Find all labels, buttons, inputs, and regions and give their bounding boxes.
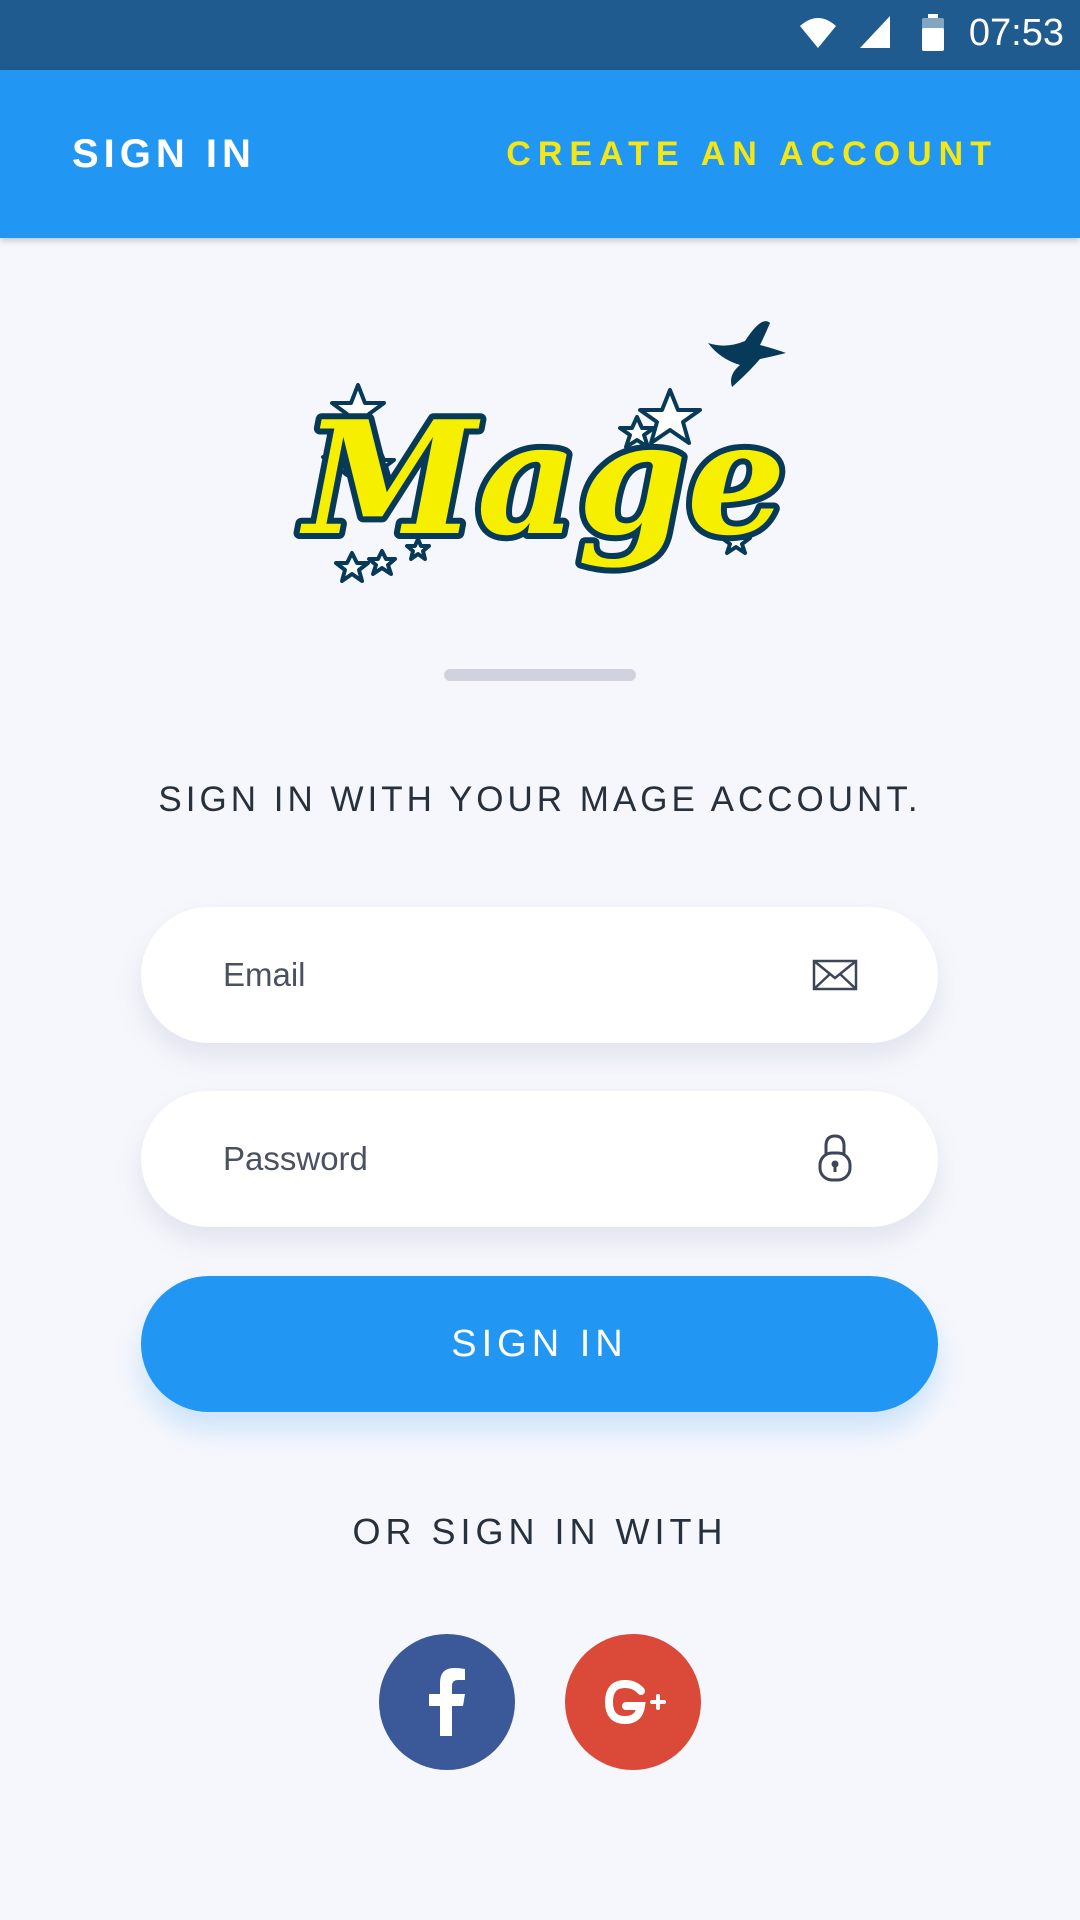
password-field[interactable] [141, 1091, 938, 1227]
padlock-icon [818, 1134, 852, 1182]
facebook-sign-in-button[interactable] [379, 1634, 515, 1770]
status-time: 07:53 [968, 12, 1064, 54]
divider [444, 669, 636, 681]
cellular-signal-icon [860, 16, 890, 48]
tab-sign-in[interactable]: SIGN IN [72, 70, 256, 238]
tab-create-account[interactable]: CREATE AN ACCOUNT [506, 70, 998, 238]
email-input[interactable] [223, 907, 783, 1043]
envelope-icon [812, 959, 858, 991]
logo-wordmark: Mage [299, 387, 786, 570]
status-bar: 07:53 [0, 0, 1080, 70]
app-bar: SIGN IN CREATE AN ACCOUNT [0, 70, 1080, 238]
google-plus-sign-in-button[interactable] [565, 1634, 701, 1770]
email-field[interactable] [141, 907, 938, 1043]
social-sign-in-heading: OR SIGN IN WITH [352, 1511, 728, 1552]
google-plus-icon [604, 1679, 666, 1725]
password-input[interactable] [223, 1091, 783, 1227]
mage-logo: Mage [293, 321, 792, 583]
sign-in-headline: SIGN IN WITH YOUR MAGE ACCOUNT. [158, 780, 922, 819]
logo-bird [708, 321, 786, 387]
wifi-icon [800, 18, 836, 48]
battery-icon [922, 14, 944, 51]
facebook-icon [429, 1668, 465, 1736]
sign-in-button[interactable]: SIGN IN [141, 1276, 938, 1412]
